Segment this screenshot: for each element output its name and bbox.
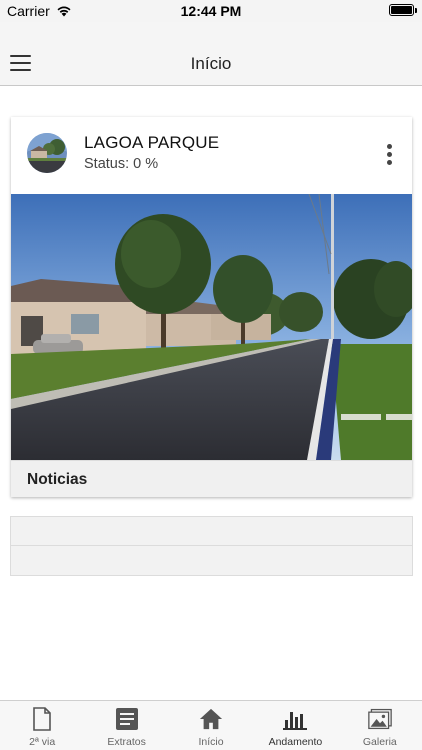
project-title: LAGOA PARQUE: [84, 133, 220, 152]
tab-galeria[interactable]: Galeria: [338, 701, 422, 750]
tab-2a-via[interactable]: 2ª via: [0, 701, 84, 750]
tab-label: Andamento: [268, 736, 323, 748]
home-icon: [199, 706, 223, 732]
tab-andamento[interactable]: Andamento: [253, 701, 337, 750]
bar-chart-icon: [283, 706, 308, 732]
project-avatar: [27, 133, 67, 173]
project-card[interactable]: LAGOA PARQUE Status: 0 % Noticias: [11, 117, 412, 497]
gallery-icon: [368, 706, 392, 732]
tab-bar: 2ª via Extratos Início Andamento Galeria: [0, 700, 422, 750]
clock: 12:44 PM: [180, 3, 242, 19]
project-status: Status: 0 %: [84, 156, 159, 172]
tab-extratos[interactable]: Extratos: [84, 701, 168, 750]
tab-inicio[interactable]: Início: [169, 701, 253, 750]
news-list: [10, 516, 413, 576]
tab-label: Início: [198, 736, 224, 748]
project-render-image: [11, 194, 412, 460]
tab-label: 2ª via: [29, 736, 56, 748]
statement-icon: [115, 706, 139, 732]
battery-icon: [389, 4, 417, 16]
more-options-icon[interactable]: [384, 144, 394, 168]
list-item[interactable]: [10, 546, 413, 576]
card-footer[interactable]: Noticias: [11, 460, 412, 497]
navigation-bar: Início: [0, 22, 422, 86]
tab-label: Galeria: [362, 736, 397, 748]
news-label: Noticias: [27, 471, 88, 488]
list-item[interactable]: [10, 516, 413, 546]
tab-label: Extratos: [107, 736, 146, 748]
document-icon: [30, 706, 54, 732]
page-title: Início: [190, 54, 232, 73]
status-bar: Carrier 12:44 PM: [0, 0, 422, 22]
